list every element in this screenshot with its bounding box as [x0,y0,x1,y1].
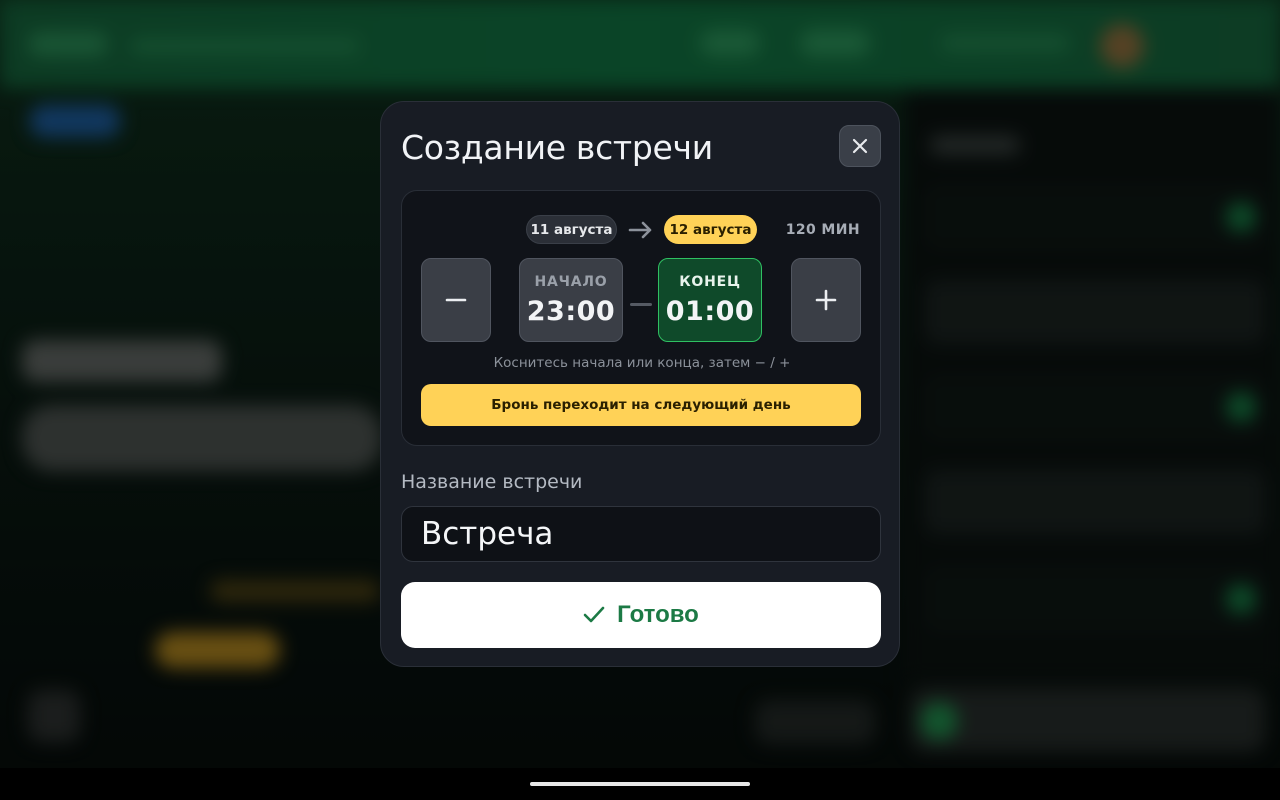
end-date-badge: 12 августа [664,215,757,244]
start-date-badge: 11 августа [526,215,617,244]
decrease-time-button[interactable] [421,258,491,342]
time-range-card: 11 августа 12 августа 120 МИН НАЧАЛО 23:… [401,190,881,446]
close-icon [852,138,868,154]
arrow-right-icon [628,221,652,239]
duration-label: 120 МИН [785,222,860,238]
dialog-title: Создание встречи [401,128,713,167]
meeting-name-label: Название встречи [401,471,583,493]
range-separator [630,303,652,306]
create-meeting-dialog: Создание встречи 11 августа 12 августа 1… [380,101,900,667]
meeting-name-input[interactable] [401,506,881,562]
screen: Создание встречи 11 августа 12 августа 1… [0,0,1280,768]
start-time-label: НАЧАЛО [534,273,608,290]
check-icon [583,606,605,623]
done-button[interactable]: Готово [401,582,881,648]
plus-icon [815,289,837,311]
system-nav-bar [0,768,1280,800]
end-time-label: КОНЕЦ [679,273,741,290]
end-time-selector[interactable]: КОНЕЦ 01:00 [658,258,762,342]
minus-icon [445,298,467,302]
increase-time-button[interactable] [791,258,861,342]
start-time-selector[interactable]: НАЧАЛО 23:00 [519,258,623,342]
start-time-value: 23:00 [526,295,616,327]
overnight-warning-banner: Бронь переходит на следующий день [421,384,861,426]
adjust-hint: Коснитесь начала или конца, затем − / + [493,355,791,371]
end-time-value: 01:00 [665,295,755,327]
close-button[interactable] [839,125,881,167]
home-indicator[interactable] [530,782,750,786]
done-button-label: Готово [617,601,699,628]
